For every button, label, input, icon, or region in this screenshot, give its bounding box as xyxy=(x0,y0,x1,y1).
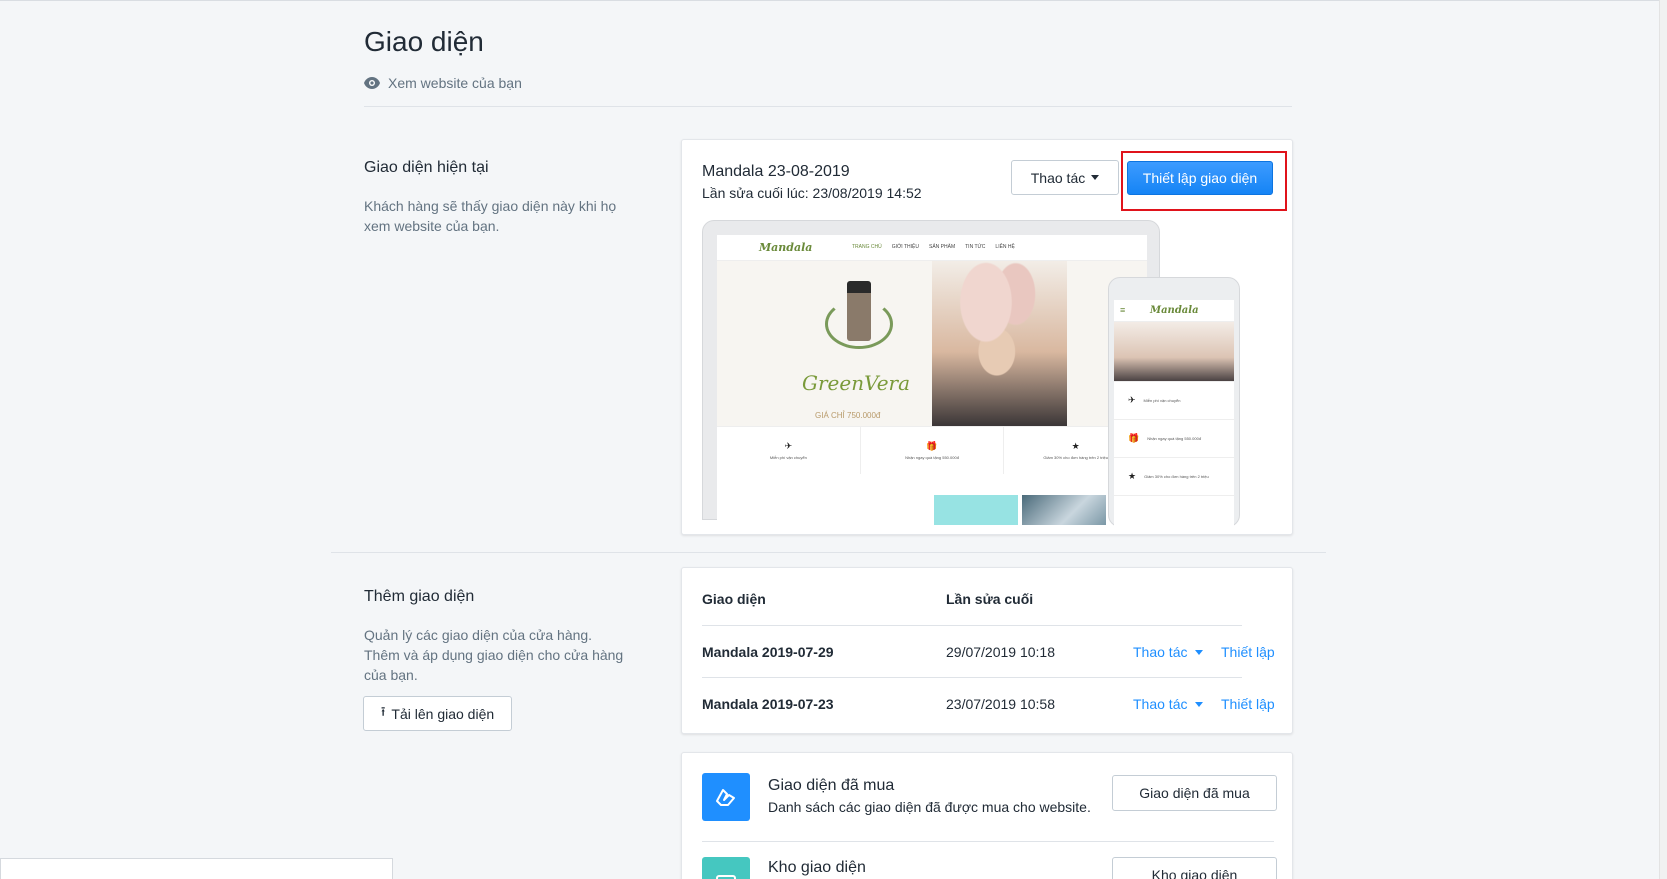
preview-logo: Mandala xyxy=(759,241,813,254)
gift-icon: 🎁 xyxy=(926,441,938,451)
highlight-box xyxy=(1121,151,1287,211)
theme-store-button[interactable]: Kho giao diện xyxy=(1112,857,1277,879)
plane-icon: ✈ xyxy=(784,441,793,451)
current-theme-title: Giao diện hiện tại xyxy=(364,159,489,176)
column-header-last-edit: Lần sửa cuối xyxy=(946,591,1034,607)
store-icon xyxy=(716,875,736,879)
menu-icon: ≡ xyxy=(1120,305,1126,315)
upload-icon: ⭱ xyxy=(380,703,386,719)
bottle-graphic xyxy=(847,281,871,341)
preview-menu: TRANG CHỦ GIỚI THIỆU SẢN PHẨM TIN TỨC LI… xyxy=(852,244,1015,250)
current-theme-last-edit: Lần sửa cuối lúc: 23/08/2019 14:52 xyxy=(702,185,922,201)
column-header-theme: Giao diện xyxy=(702,591,766,607)
row-actions-dropdown[interactable]: Thao tác xyxy=(1133,644,1204,660)
theme-store-card: Giao diện đã mua Danh sách các giao diện… xyxy=(681,752,1293,879)
header-divider xyxy=(364,106,1292,107)
upload-theme-button[interactable]: ⭱ Tải lên giao diện xyxy=(363,696,512,731)
purchased-themes-title: Giao diện đã mua xyxy=(768,777,895,794)
actions-dropdown-button[interactable]: Thao tác xyxy=(1011,160,1119,195)
current-theme-name: Mandala 23-08-2019 xyxy=(702,163,850,180)
desktop-preview-screen: Mandala TRANG CHỦ GIỚI THIỆU SẢN PHẨM TI… xyxy=(717,235,1147,525)
theme-name: Mandala 2019-07-23 xyxy=(702,696,834,712)
theme-name: Mandala 2019-07-29 xyxy=(702,644,834,660)
plane-icon: ✈ xyxy=(1128,395,1136,405)
purchased-themes-button[interactable]: Giao diện đã mua xyxy=(1112,775,1277,811)
section-divider xyxy=(331,552,1326,553)
eye-icon xyxy=(364,77,380,89)
preview-price: GIÁ CHỈ 750.000đ xyxy=(815,411,881,420)
mobile-logo: Mandala xyxy=(1150,305,1199,316)
caret-down-icon xyxy=(1195,649,1204,655)
view-website-label: Xem website của bạn xyxy=(388,75,522,91)
caret-down-icon xyxy=(1091,175,1100,180)
view-website-link[interactable]: Xem website của bạn xyxy=(364,75,522,91)
preview-features: ✈ Miễn phí vận chuyển 🎁 Nhận ngay quà tặng… xyxy=(717,426,1147,474)
theme-edited: 23/07/2019 10:58 xyxy=(946,696,1055,712)
current-theme-description: Khách hàng sẽ thấy giao diện này khi họ … xyxy=(364,198,617,234)
add-theme-description: Quản lý các giao diện của cửa hàng. Thêm… xyxy=(364,627,624,683)
theme-store-title: Kho giao diện xyxy=(768,859,866,876)
scrollbar[interactable] xyxy=(1659,0,1667,879)
hand-icon xyxy=(716,789,735,806)
row-setup-link[interactable]: Thiết lập xyxy=(1221,644,1275,660)
star-icon: ★ xyxy=(1128,471,1137,481)
desktop-preview: Mandala TRANG CHỦ GIỚI THIỆU SẢN PHẨM TI… xyxy=(702,220,1160,525)
star-icon: ★ xyxy=(1071,441,1080,451)
page-title: Giao diện xyxy=(364,26,484,57)
preview-hero-text: GreenVera xyxy=(802,371,911,395)
mobile-preview-screen: ≡ Mandala ✈ Miễn phí vận chuyển 🎁 Nhận nga… xyxy=(1114,300,1234,530)
theme-store-icon xyxy=(702,857,750,879)
theme-list-card: Giao diện Lần sửa cuối Mandala 2019-07-2… xyxy=(681,567,1293,734)
mobile-preview: ≡ Mandala ✈ Miễn phí vận chuyển 🎁 Nhận nga… xyxy=(1108,277,1240,530)
mobile-hero xyxy=(1114,322,1234,382)
current-theme-card: Mandala 23-08-2019 Lần sửa cuối lúc: 23/… xyxy=(681,139,1293,535)
theme-edited: 29/07/2019 10:18 xyxy=(946,644,1055,660)
purchased-themes-icon xyxy=(702,773,750,821)
bottom-panel xyxy=(0,858,393,879)
preview-tiles xyxy=(934,495,1106,525)
gift-icon: 🎁 xyxy=(1128,433,1140,443)
purchased-themes-description: Danh sách các giao diện đã được mua cho … xyxy=(768,799,1091,815)
preview-hero: GreenVera GIÁ CHỈ 750.000đ xyxy=(717,261,1147,426)
top-border xyxy=(0,0,1667,1)
row-setup-link[interactable]: Thiết lập xyxy=(1221,696,1275,712)
add-theme-title: Thêm giao diện xyxy=(364,588,475,605)
caret-down-icon xyxy=(1195,701,1204,707)
row-actions-dropdown[interactable]: Thao tác xyxy=(1133,696,1204,712)
preview-hero-photo xyxy=(932,261,1067,426)
